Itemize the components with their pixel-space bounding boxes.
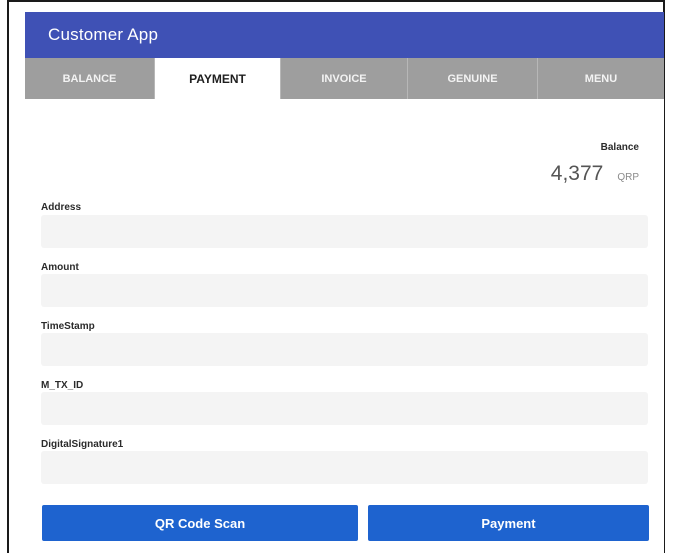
- tab-menu[interactable]: MENU: [538, 58, 664, 99]
- timestamp-input[interactable]: [41, 333, 648, 366]
- m-tx-id-label: M_TX_ID: [41, 380, 84, 391]
- app-title: Customer App: [48, 25, 159, 44]
- tab-payment[interactable]: PAYMENT: [155, 58, 281, 99]
- address-input[interactable]: [41, 215, 648, 248]
- digital-signature-input[interactable]: [41, 451, 648, 484]
- customer-app: Customer App BALANCE PAYMENT INVOICE GEN…: [25, 12, 664, 553]
- amount-input[interactable]: [41, 274, 648, 307]
- balance-display: 4,377 QRP: [551, 162, 639, 186]
- amount-label: Amount: [41, 262, 79, 273]
- tab-genuine[interactable]: GENUINE: [408, 58, 538, 99]
- timestamp-label: TimeStamp: [41, 321, 95, 332]
- digital-signature-label: DigitalSignature1: [41, 439, 124, 450]
- balance-label: Balance: [600, 142, 639, 153]
- app-bar: Customer App: [25, 12, 664, 58]
- balance-value: 4,377: [550, 162, 604, 185]
- address-label: Address: [41, 202, 82, 213]
- payment-button[interactable]: Payment: [368, 505, 649, 541]
- tab-balance[interactable]: BALANCE: [25, 58, 155, 99]
- qr-code-scan-button[interactable]: QR Code Scan: [42, 505, 358, 541]
- balance-unit: QRP: [617, 172, 639, 183]
- window-border-left: [7, 0, 9, 553]
- tab-invoice[interactable]: INVOICE: [281, 58, 408, 99]
- window-border-top: [7, 0, 665, 2]
- tab-bar: BALANCE PAYMENT INVOICE GENUINE MENU: [25, 58, 664, 99]
- m-tx-id-input[interactable]: [41, 392, 648, 425]
